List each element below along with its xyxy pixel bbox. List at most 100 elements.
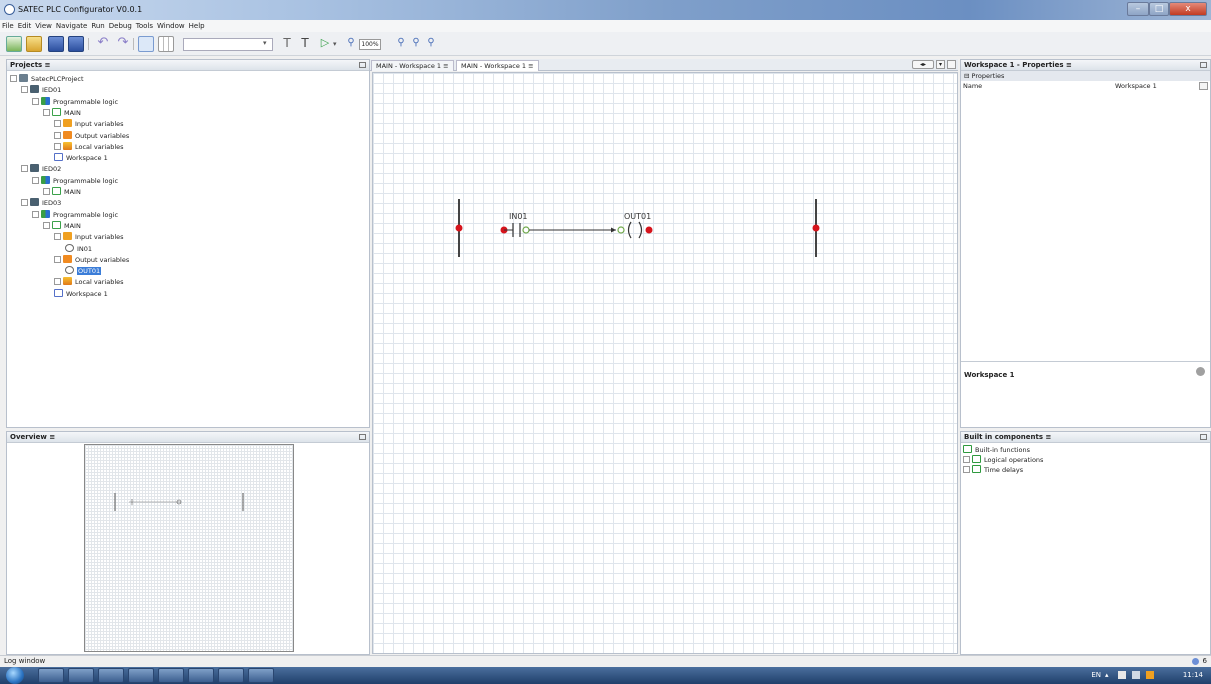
- zoom-icon[interactable]: ⚲: [343, 36, 359, 52]
- tree-item[interactable]: IED02: [21, 164, 61, 174]
- expand-icon[interactable]: [21, 86, 28, 94]
- run-icon[interactable]: ▷: [317, 36, 333, 52]
- zoom-in-icon[interactable]: ⚲: [393, 36, 409, 52]
- expand-icon[interactable]: [54, 120, 61, 128]
- undo-icon[interactable]: ↶: [95, 36, 111, 52]
- grid-icon[interactable]: [158, 36, 174, 52]
- tree-item[interactable]: Input variables: [54, 232, 124, 242]
- menu-lines-icon[interactable]: ≡: [1066, 61, 1072, 69]
- taskbar-app-icon[interactable]: [188, 668, 214, 683]
- expand-icon[interactable]: [43, 108, 50, 116]
- collapse-icon[interactable]: ⊟: [964, 72, 969, 80]
- properties-section-header[interactable]: ⊟ Properties: [961, 71, 1210, 81]
- menu-lines-icon[interactable]: ≡: [1045, 433, 1051, 441]
- minimize-panel-icon[interactable]: [359, 62, 366, 68]
- right-rail-terminal[interactable]: [812, 224, 820, 232]
- overview-minimap[interactable]: [84, 444, 294, 652]
- toolbar-combo[interactable]: [183, 38, 273, 51]
- tree-item[interactable]: IED03: [21, 198, 61, 208]
- network-icon[interactable]: [1132, 671, 1140, 679]
- menu-edit[interactable]: Edit: [16, 20, 34, 32]
- expand-icon[interactable]: [32, 210, 39, 218]
- expand-icon[interactable]: [21, 165, 28, 173]
- menu-lines-icon[interactable]: ≡: [45, 61, 51, 69]
- expand-icon[interactable]: [963, 456, 970, 463]
- help-icon[interactable]: [1196, 367, 1205, 376]
- coil-output-terminal[interactable]: [645, 226, 653, 234]
- expand-icon[interactable]: [21, 199, 28, 207]
- menu-file[interactable]: File: [0, 20, 16, 32]
- expand-icon[interactable]: [54, 131, 61, 139]
- tree-item[interactable]: Time delays: [963, 465, 1023, 475]
- editor-tab[interactable]: MAIN - Workspace 1 ≡: [371, 60, 454, 71]
- expand-icon[interactable]: [54, 233, 61, 241]
- zoom-out-icon[interactable]: ⚲: [408, 36, 424, 52]
- coil-label[interactable]: OUT01: [624, 212, 651, 221]
- close-button[interactable]: x: [1169, 2, 1207, 16]
- run-dropdown-icon[interactable]: ▾: [333, 40, 337, 48]
- menu-lines-icon[interactable]: ≡: [49, 433, 55, 441]
- expand-icon[interactable]: [32, 176, 39, 184]
- close-icon[interactable]: ≡: [528, 62, 533, 70]
- ladder-canvas[interactable]: IN01 OUT01: [372, 72, 958, 654]
- tree-item[interactable]: Workspace 1: [54, 153, 108, 163]
- notification-icon[interactable]: [1192, 658, 1199, 665]
- minimize-panel-icon[interactable]: [1200, 62, 1207, 68]
- tree-item[interactable]: Programmable logic: [32, 96, 118, 107]
- language-indicator[interactable]: EN: [1091, 671, 1101, 679]
- expand-icon[interactable]: [54, 255, 61, 263]
- tree-item[interactable]: Output variables: [54, 254, 129, 265]
- close-icon[interactable]: ≡: [443, 62, 448, 70]
- tab-scroll-icon[interactable]: ◂▸: [912, 60, 934, 69]
- zoom-level[interactable]: 100%: [359, 39, 381, 50]
- tree-item[interactable]: IED01: [21, 85, 61, 95]
- tree-item[interactable]: MAIN: [43, 107, 81, 118]
- maximize-editor-icon[interactable]: [947, 60, 956, 69]
- taskbar-app-icon[interactable]: [218, 668, 244, 683]
- expand-icon[interactable]: [10, 75, 17, 82]
- maximize-button[interactable]: □: [1149, 2, 1169, 16]
- taskbar-app-media-icon[interactable]: [98, 668, 124, 683]
- new-file-icon[interactable]: [6, 36, 22, 52]
- minimize-button[interactable]: –: [1127, 2, 1149, 16]
- minimize-panel-icon[interactable]: [359, 434, 366, 440]
- left-rail-terminal[interactable]: [455, 224, 463, 232]
- expand-icon[interactable]: [54, 142, 61, 150]
- tree-item[interactable]: IN01: [65, 243, 92, 254]
- tree-item[interactable]: OUT01: [65, 266, 102, 276]
- save-icon[interactable]: [48, 36, 64, 52]
- action-center-flag-icon[interactable]: [1118, 671, 1126, 679]
- taskbar-app-explorer-icon[interactable]: [38, 668, 64, 683]
- taskbar-app-vscode-icon[interactable]: [68, 668, 94, 683]
- property-value[interactable]: Workspace 1: [1115, 81, 1157, 91]
- save-all-icon[interactable]: [68, 36, 84, 52]
- taskbar-app-icon[interactable]: [158, 668, 184, 683]
- menu-debug[interactable]: Debug: [107, 20, 134, 32]
- redo-icon[interactable]: ↷: [115, 36, 131, 52]
- taskbar-app-icon[interactable]: [128, 668, 154, 683]
- editor-tab-active[interactable]: MAIN - Workspace 1 ≡: [456, 60, 539, 71]
- expand-icon[interactable]: [43, 221, 50, 229]
- tab-list-icon[interactable]: ▾: [936, 60, 945, 69]
- contact-label[interactable]: IN01: [509, 212, 528, 221]
- zoom-fit-icon[interactable]: ⚲: [423, 36, 439, 52]
- tree-item[interactable]: SatecPLCProject: [10, 74, 84, 84]
- tree-item[interactable]: Programmable logic: [32, 209, 118, 220]
- menu-view[interactable]: View: [33, 20, 54, 32]
- expand-icon[interactable]: [54, 278, 61, 286]
- minimize-panel-icon[interactable]: [1200, 434, 1207, 440]
- menu-help[interactable]: Help: [187, 20, 207, 32]
- build-icon[interactable]: T: [297, 36, 313, 52]
- menu-run[interactable]: Run: [89, 20, 106, 32]
- contact-output-terminal[interactable]: [522, 226, 530, 234]
- coil-input-terminal[interactable]: [617, 226, 625, 234]
- volume-icon[interactable]: [1146, 671, 1154, 679]
- tree-item[interactable]: Local variables: [54, 141, 124, 152]
- tree-item[interactable]: Logical operations: [963, 455, 1043, 465]
- tree-item[interactable]: MAIN: [43, 187, 81, 197]
- tree-item[interactable]: Programmable logic: [32, 175, 118, 186]
- taskbar-app-icon[interactable]: [248, 668, 274, 683]
- property-edit-button[interactable]: [1199, 82, 1208, 90]
- tree-item[interactable]: Workspace 1: [54, 288, 108, 299]
- compile-icon[interactable]: T: [279, 36, 295, 52]
